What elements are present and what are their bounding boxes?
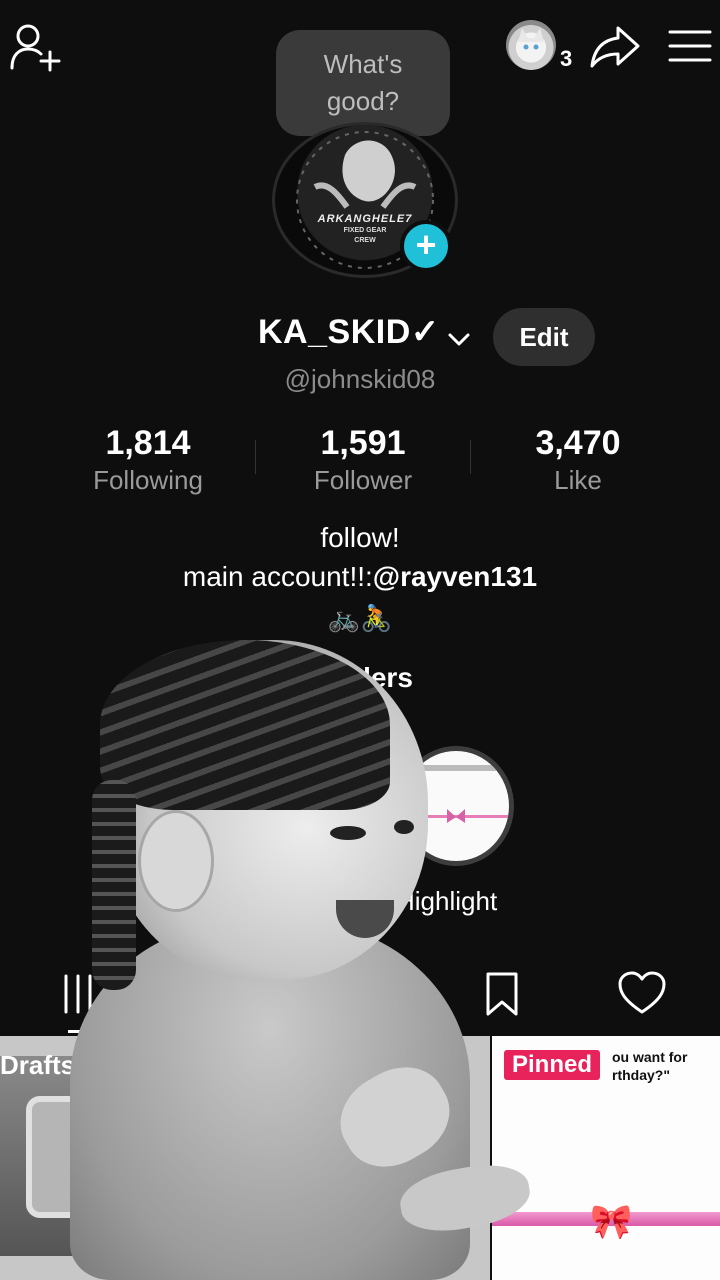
edit-profile-button[interactable]: Edit [493,308,595,366]
likes-count: 3,470 [535,424,621,462]
bio-line-2: main account!!:@rayven131 [0,557,720,597]
video-caption: ou want for rthday?" [612,1048,687,1084]
add-story-button[interactable]: + [400,220,452,272]
baby-sticker-eye [330,826,366,840]
viewer-avatar [506,20,556,70]
username-handle: @johnskid08 [284,364,436,394]
chevron-down-icon[interactable] [446,329,472,349]
stat-following[interactable]: 1,814 Following [38,424,258,496]
bio-mention-link[interactable]: @rayven131 [373,561,537,592]
bio-line-1: follow! [320,522,400,553]
add-friend-icon[interactable] [8,22,64,74]
bow-icon: 🎀 [590,1203,633,1241]
follower-label: Follower [313,465,413,495]
bio-emoji: 🚲🚴 [327,603,393,633]
baby-sticker-hair [100,640,390,810]
video-caption-line1: ou want for [612,1049,688,1065]
liked-tab-icon[interactable] [614,966,670,1022]
baby-sticker-braid [92,780,136,990]
likes-label: Like [554,465,602,495]
stat-follower[interactable]: 1,591 Follower [253,424,473,496]
profile-viewers-button[interactable]: 3 [506,20,582,74]
following-count: 1,814 [105,424,191,462]
bookmark-tab-icon[interactable] [474,966,530,1022]
username-row[interactable]: KA_SKID✓ [258,312,472,362]
status-bubble-line2: good? [326,86,400,116]
following-label: Following [93,465,203,495]
video-caption-line2: rthday?" [612,1067,670,1083]
share-icon[interactable] [588,22,642,70]
status-bubble-line1: What's [323,49,403,79]
viewer-count: 3 [560,46,573,71]
status-bubble[interactable]: What's good? [276,30,450,136]
baby-sticker-eye [394,820,414,834]
pinned-badge: Pinned [504,1050,601,1080]
baby-sticker-ear [138,810,214,912]
stat-likes[interactable]: 3,470 Like [468,424,688,496]
menu-icon[interactable] [666,26,714,66]
bio-text: main account!!: [182,561,373,592]
follower-count: 1,591 [320,424,406,462]
display-name: KA_SKID✓ [258,313,440,351]
plus-icon: + [415,224,437,265]
